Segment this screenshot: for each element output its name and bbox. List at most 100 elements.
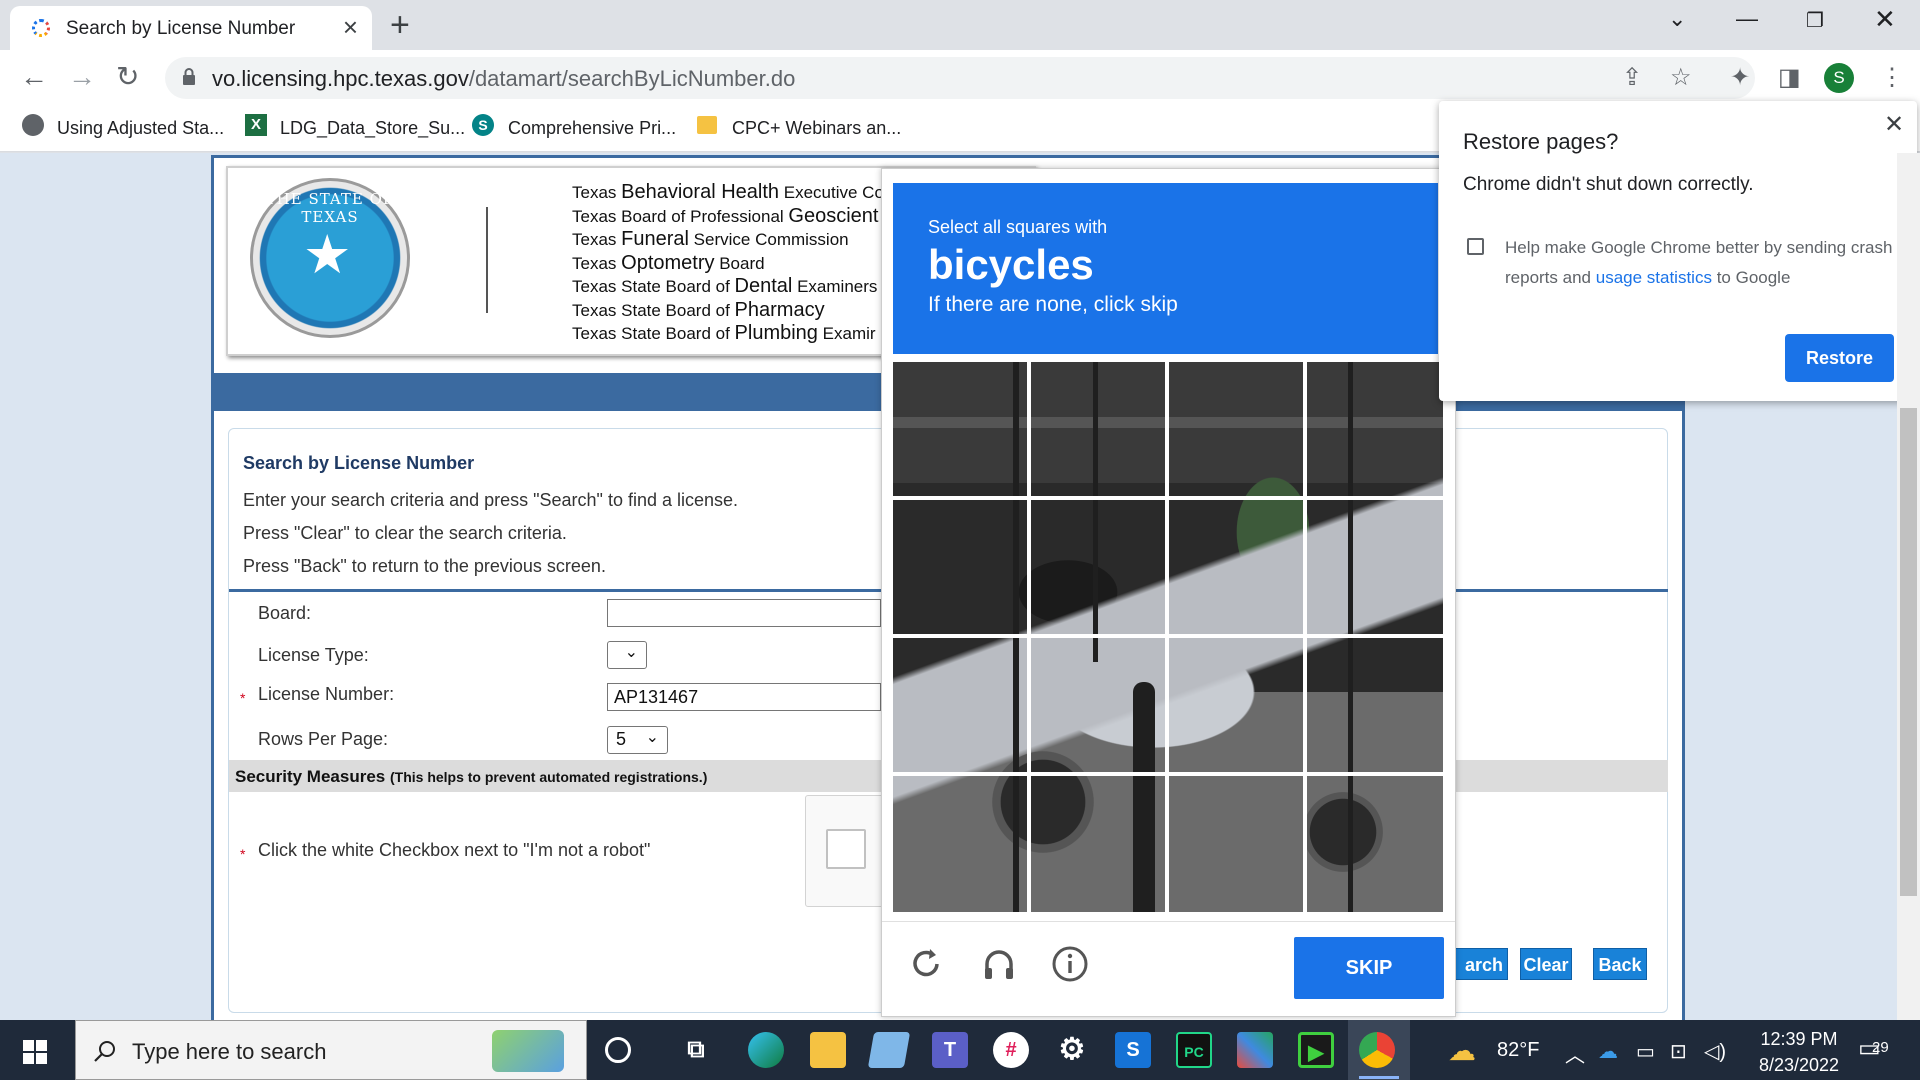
folder-icon: [697, 116, 717, 134]
captcha-tile[interactable]: [1031, 362, 1166, 497]
audio-challenge-icon[interactable]: [979, 944, 1019, 984]
captcha-tile[interactable]: [1169, 500, 1304, 635]
not-a-robot-checkbox[interactable]: [826, 829, 866, 869]
battery-icon[interactable]: ▭: [1636, 1039, 1655, 1064]
windows-start-icon[interactable]: [23, 1040, 47, 1064]
edge-icon[interactable]: [748, 1032, 784, 1068]
skip-button[interactable]: SKIP: [1294, 937, 1444, 999]
network-icon[interactable]: ⊡: [1670, 1039, 1687, 1064]
captcha-subprompt: If there are none, click skip: [928, 293, 1178, 316]
tab-search-chevron-icon[interactable]: ⌄: [1668, 6, 1686, 32]
notes-app-icon[interactable]: [867, 1032, 911, 1068]
reload-challenge-icon[interactable]: [906, 944, 946, 984]
info-icon[interactable]: [1050, 944, 1090, 984]
captcha-tile[interactable]: [1307, 500, 1442, 635]
license-type-label: License Type:: [258, 645, 369, 665]
captcha-tile[interactable]: [893, 776, 1028, 911]
captcha-tile[interactable]: [1307, 638, 1442, 773]
required-marker: *: [240, 690, 246, 706]
close-icon[interactable]: ✕: [1884, 110, 1904, 139]
crash-report-label: Help make Google Chrome better by sendin…: [1505, 238, 1893, 287]
excel-icon: X: [245, 114, 267, 136]
notification-count: 29: [1872, 1039, 1889, 1056]
header-divider: [486, 207, 488, 313]
chrome-menu-icon[interactable]: ⋮: [1880, 64, 1904, 92]
rows-per-page-select[interactable]: 5 ⌄: [607, 726, 668, 754]
scrollbar-thumb[interactable]: [1900, 408, 1917, 896]
bookmark-item[interactable]: CPC+ Webinars an...: [732, 118, 901, 139]
share-icon[interactable]: ⇪: [1622, 64, 1642, 92]
captcha-tile[interactable]: [1169, 638, 1304, 773]
cortana-icon[interactable]: [605, 1037, 631, 1063]
browser-tab[interactable]: Search by License Number ×: [10, 6, 372, 50]
back-button[interactable]: Back: [1593, 948, 1647, 980]
tray-chevron-up-icon[interactable]: ︿: [1565, 1039, 1585, 1068]
bookmark-item[interactable]: Comprehensive Pri...: [508, 118, 676, 139]
captcha-tile[interactable]: [1307, 776, 1442, 911]
git-app-icon[interactable]: [1237, 1032, 1273, 1068]
teams-icon[interactable]: T: [932, 1032, 968, 1068]
grid-line: [893, 496, 1443, 500]
agency-list: Texas Behavioral Health Executive Co Tex…: [572, 181, 884, 346]
seal-text: THE STATE OF TEXAS: [265, 190, 395, 226]
back-arrow-icon[interactable]: ←: [20, 62, 48, 92]
file-explorer-icon[interactable]: [810, 1032, 846, 1068]
search-button[interactable]: arch: [1449, 948, 1508, 980]
app-s-icon[interactable]: S: [1115, 1032, 1151, 1068]
agency-line: Texas State Board of Plumbing Examir: [572, 322, 876, 344]
restore-title: Restore pages?: [1463, 129, 1619, 154]
url-text[interactable]: vo.licensing.hpc.texas.gov/datamart/sear…: [212, 66, 795, 92]
slack-icon[interactable]: #: [993, 1032, 1029, 1068]
captcha-tile[interactable]: [893, 362, 1028, 497]
weather-temperature[interactable]: 82°F: [1497, 1039, 1539, 1062]
bookmark-star-icon[interactable]: ☆: [1670, 64, 1692, 92]
profile-avatar[interactable]: S: [1824, 63, 1854, 93]
weather-icon[interactable]: ☁: [1448, 1034, 1476, 1067]
pycharm-icon[interactable]: PC: [1176, 1032, 1212, 1068]
license-type-select[interactable]: ⌄: [607, 641, 647, 669]
star-icon: ★: [303, 225, 352, 285]
bookmark-item[interactable]: LDG_Data_Store_Su...: [280, 118, 465, 139]
captcha-tile[interactable]: [1169, 776, 1304, 911]
usage-statistics-link[interactable]: usage statistics: [1596, 268, 1712, 287]
restore-button[interactable]: Restore: [1785, 334, 1894, 382]
chrome-icon[interactable]: [1359, 1032, 1395, 1068]
settings-gear-icon[interactable]: ⚙: [1054, 1032, 1090, 1068]
task-view-icon[interactable]: ⧉: [678, 1032, 714, 1068]
lock-icon: [183, 68, 195, 85]
url-path: /datamart/searchByLicNumber.do: [468, 66, 796, 91]
url-host: vo.licensing.hpc.texas.gov: [212, 66, 469, 91]
forward-arrow-icon[interactable]: →: [68, 62, 96, 92]
captcha-tile[interactable]: [1031, 776, 1166, 911]
clock-date: 8/23/2022: [1758, 1055, 1840, 1075]
captcha-tile[interactable]: [1307, 362, 1442, 497]
captcha-tile[interactable]: [893, 638, 1028, 773]
active-indicator: [1359, 1076, 1399, 1079]
side-panel-icon[interactable]: ◨: [1778, 64, 1801, 92]
media-player-icon[interactable]: ▶: [1298, 1032, 1334, 1068]
onedrive-icon[interactable]: ☁: [1598, 1039, 1618, 1064]
tab-close-icon[interactable]: ×: [343, 14, 358, 40]
agency-line: Texas Behavioral Health Executive Co: [572, 181, 884, 203]
reload-icon[interactable]: ↻: [116, 62, 139, 92]
captcha-tile[interactable]: [893, 500, 1028, 635]
minimize-icon[interactable]: —: [1736, 6, 1758, 32]
crash-report-checkbox[interactable]: [1467, 238, 1484, 255]
close-window-icon[interactable]: ✕: [1874, 4, 1896, 35]
captcha-tile[interactable]: [1031, 500, 1166, 635]
taskbar-clock[interactable]: 12:39 PM 8/23/2022: [1744, 1026, 1854, 1078]
extensions-puzzle-icon[interactable]: ✦: [1730, 64, 1750, 92]
new-tab-icon[interactable]: +: [390, 8, 410, 42]
volume-icon[interactable]: ◁): [1704, 1039, 1726, 1064]
agency-line: Texas Optometry Board: [572, 251, 765, 274]
bookmark-item[interactable]: Using Adjusted Sta...: [57, 118, 224, 139]
restore-message: Chrome didn't shut down correctly.: [1463, 174, 1754, 195]
board-field[interactable]: [607, 599, 881, 627]
captcha-prompt: Select all squares with: [928, 217, 1108, 237]
restore-window-icon[interactable]: ❐: [1806, 8, 1824, 33]
security-title: Security Measures (This helps to prevent…: [235, 767, 708, 786]
captcha-tile[interactable]: [1169, 362, 1304, 497]
clear-button[interactable]: Clear: [1520, 948, 1572, 980]
captcha-tile[interactable]: [1031, 638, 1166, 773]
license-number-field[interactable]: AP131467: [607, 683, 881, 711]
